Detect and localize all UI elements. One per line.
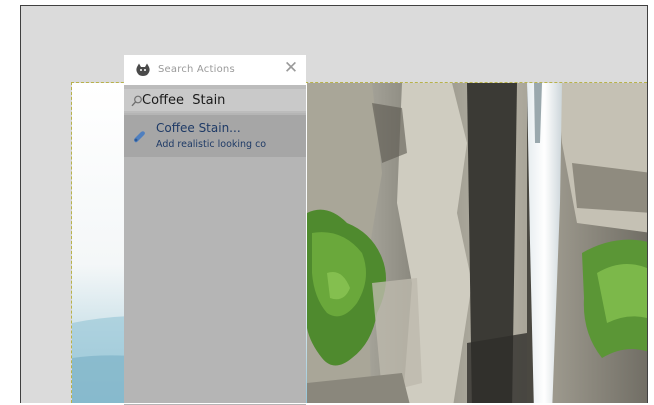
dialog-title: Search Actions: [158, 64, 235, 75]
image-canvas-area[interactable]: [20, 5, 648, 404]
close-icon[interactable]: ✕: [282, 59, 300, 77]
search-actions-dialog: Search Actions ✕ Coffee Stain... Add rea…: [124, 55, 306, 405]
window-frame-left: [0, 0, 20, 404]
result-item-coffee-stain[interactable]: Coffee Stain... Add realistic looking co: [124, 115, 306, 157]
filter-icon: [134, 131, 145, 143]
dialog-titlebar: Search Actions ✕: [124, 55, 306, 85]
search-row: [124, 89, 306, 111]
result-name: Coffee Stain...: [156, 121, 241, 135]
search-input[interactable]: [142, 90, 302, 110]
wilber-icon: [136, 63, 150, 76]
result-description: Add realistic looking co: [156, 139, 267, 150]
results-list: Coffee Stain... Add realistic looking co: [124, 113, 306, 405]
